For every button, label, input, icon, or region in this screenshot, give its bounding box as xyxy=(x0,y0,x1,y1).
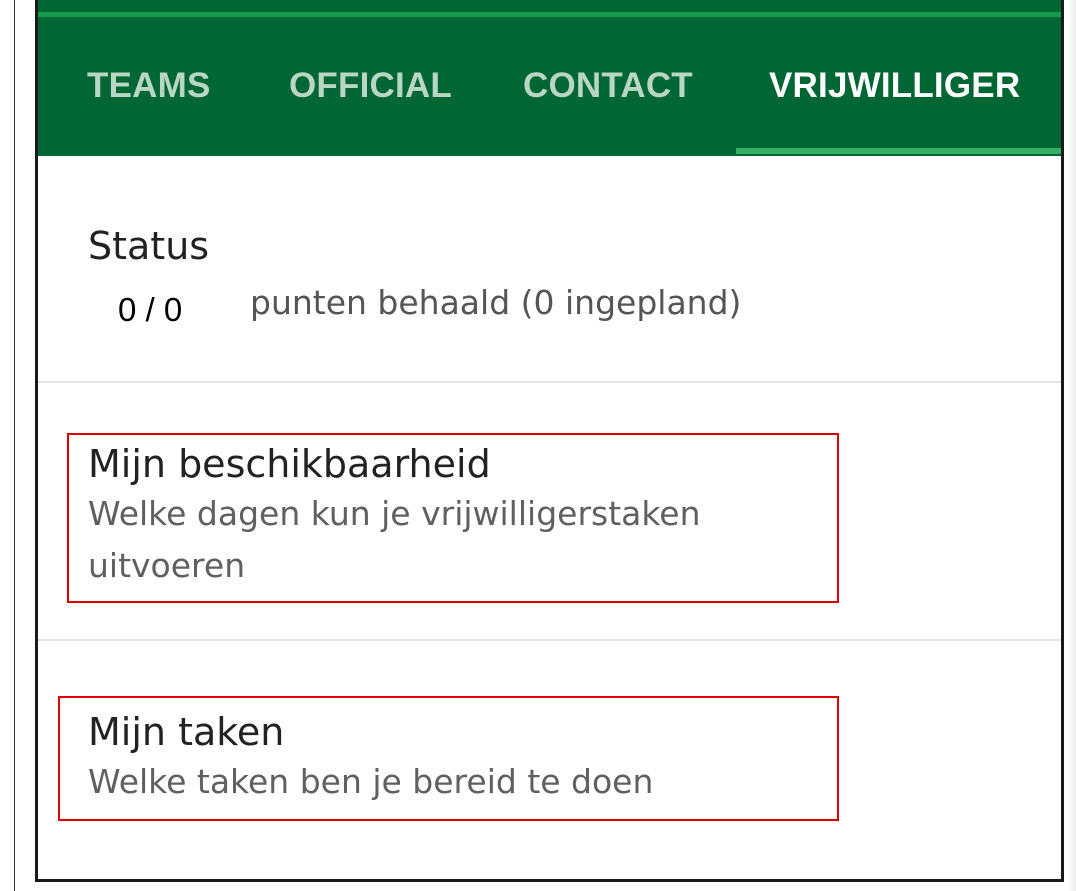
tab-official[interactable]: OFFICIAL xyxy=(289,66,452,106)
right-shade xyxy=(1067,0,1076,891)
left-hairline xyxy=(14,0,15,891)
menu-item-beschikbaarheid[interactable]: Mijn beschikbaarheid Welke dagen kun je … xyxy=(88,440,701,592)
menu-item-description: Welke taken ben je bereid te doen xyxy=(88,762,654,801)
menu-item-title: Mijn beschikbaarheid xyxy=(88,442,491,486)
menu-item-title: Mijn taken xyxy=(88,710,285,754)
status-score: 0 / 0 xyxy=(118,291,183,328)
divider xyxy=(38,639,1061,641)
menu-item-taken[interactable]: Mijn taken Welke taken ben je bereid te … xyxy=(88,708,653,808)
status-title: Status xyxy=(88,224,210,268)
status-points-text: punten behaald (0 ingepland) xyxy=(250,283,742,322)
tab-bar-top-accent xyxy=(38,12,1061,17)
menu-item-description: Welke dagen kun je vrijwilligerstaken xyxy=(88,494,701,533)
app-frame: TEAMS OFFICIAL CONTACT VRIJWILLIGER Stat… xyxy=(35,0,1064,882)
tab-vrijwilliger[interactable]: VRIJWILLIGER xyxy=(769,66,1020,106)
menu-item-description-cont: uitvoeren xyxy=(88,546,246,585)
active-tab-indicator xyxy=(736,148,1061,154)
divider xyxy=(38,381,1061,383)
tab-teams[interactable]: TEAMS xyxy=(87,66,211,106)
tab-contact[interactable]: CONTACT xyxy=(523,66,693,106)
tab-bar: TEAMS OFFICIAL CONTACT VRIJWILLIGER xyxy=(38,0,1061,156)
